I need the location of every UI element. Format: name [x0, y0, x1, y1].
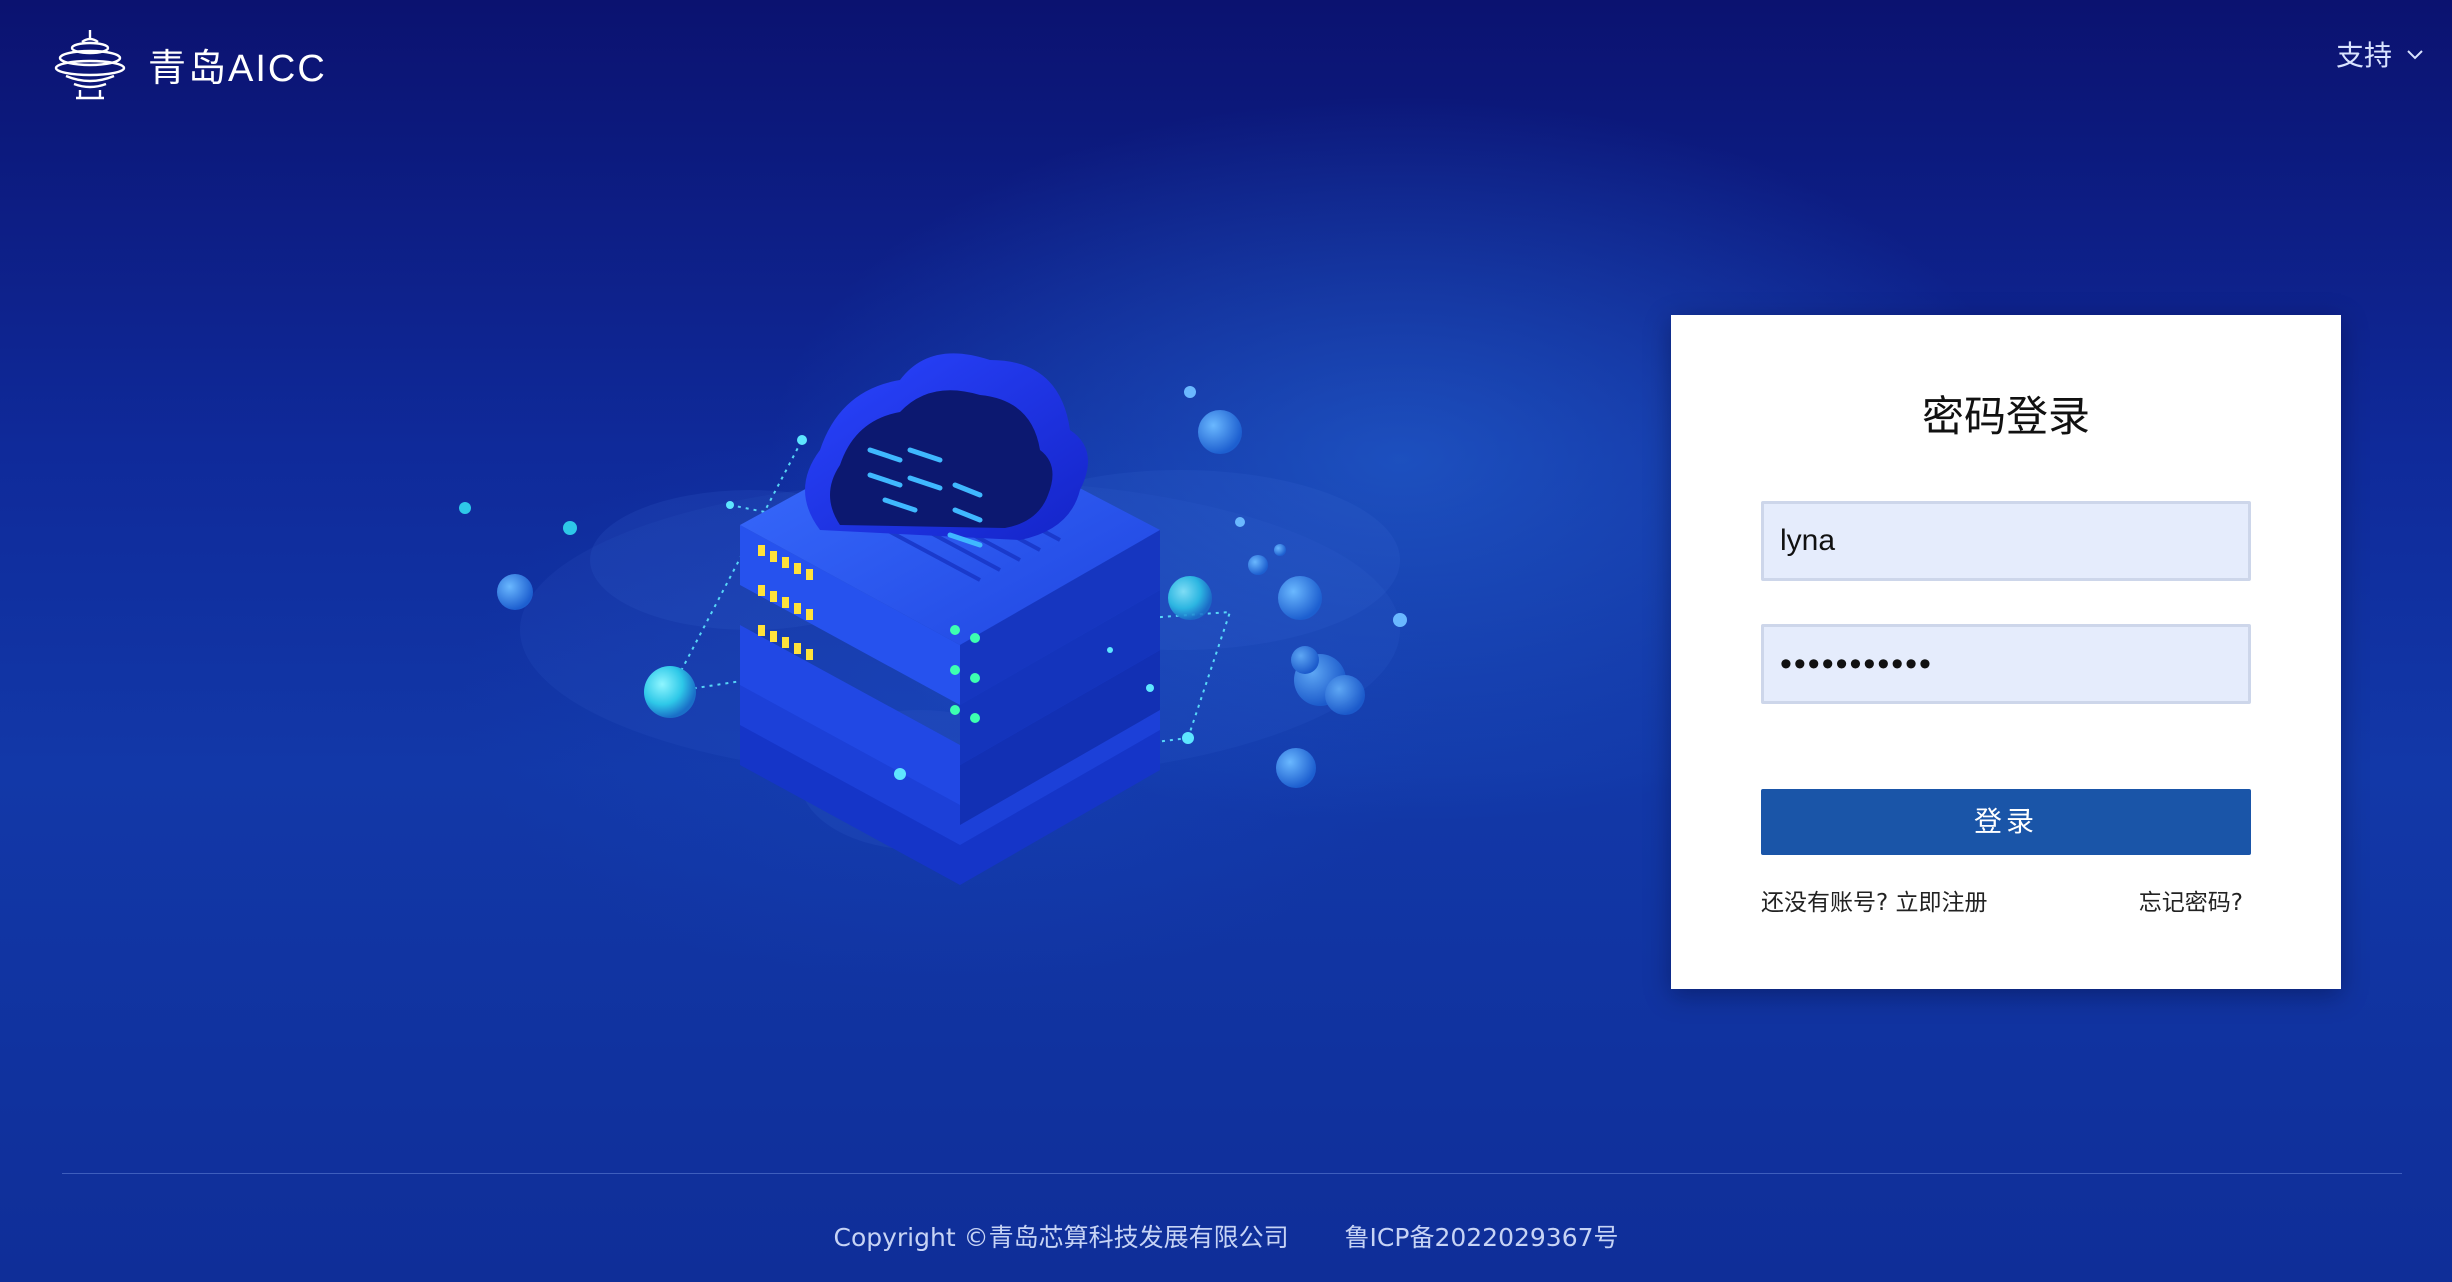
footer-divider [62, 1173, 2402, 1174]
tower-logo-icon [54, 30, 126, 100]
login-card: 密码登录 lyna ••••••••••• 登录 还没有账号? 立即注册 忘记密… [1671, 315, 2341, 989]
register-link[interactable]: 还没有账号? 立即注册 [1761, 883, 1988, 917]
copyright-text: Copyright ©青岛芯算科技发展有限公司 [833, 1223, 1289, 1252]
forgot-password-link[interactable]: 忘记密码? [2139, 883, 2243, 917]
login-button[interactable]: 登录 [1761, 789, 2251, 855]
top-bar: 青岛AICC 支持 [0, 0, 2452, 130]
brand-logo[interactable]: 青岛AICC [52, 26, 327, 102]
chevron-down-icon [2407, 50, 2423, 60]
support-menu[interactable]: 支持 [2336, 34, 2424, 74]
username-input[interactable]: lyna [1761, 501, 2251, 581]
password-input[interactable]: ••••••••••• [1761, 624, 2251, 704]
icp-record-link[interactable]: 鲁ICP备2022029367号 [1345, 1223, 1619, 1252]
support-label: 支持 [2335, 39, 2392, 72]
brand-name: 青岛AICC [148, 47, 327, 90]
footer: Copyright ©青岛芯算科技发展有限公司 鲁ICP备2022029367号 [0, 1218, 2452, 1254]
cloud-server-illustration [459, 353, 1407, 885]
login-title: 密码登录 [1921, 392, 2090, 441]
